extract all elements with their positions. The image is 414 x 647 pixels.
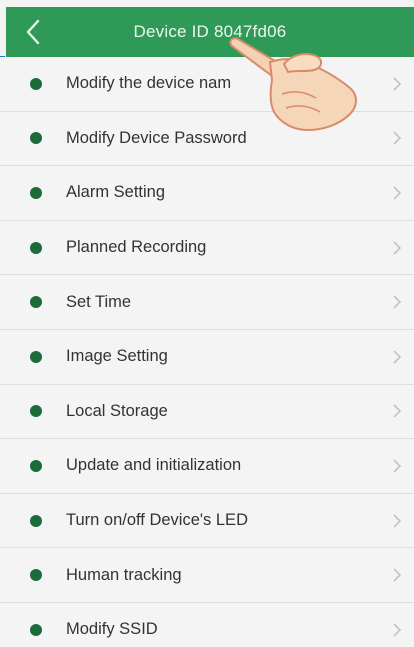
bullet-icon	[30, 350, 42, 363]
settings-item-alarm-setting[interactable]: Alarm Setting	[0, 166, 414, 221]
settings-item-label: Turn on/off Device's LED	[66, 511, 248, 530]
settings-item-label: Planned Recording	[66, 238, 207, 257]
settings-item-label: Modify Device Password	[66, 128, 247, 147]
bullet-icon	[30, 459, 42, 472]
bullet-icon	[30, 569, 42, 582]
settings-list: Modify the device nam Modify Device Pass…	[0, 57, 414, 647]
settings-item-label: Alarm Setting	[66, 183, 166, 202]
chevron-right-icon	[393, 131, 402, 145]
bullet-icon	[30, 296, 42, 309]
header-bar: Device ID 8047fd06	[6, 7, 414, 57]
device-settings-screen: Device ID 8047fd06 Modify the device nam…	[0, 0, 414, 647]
settings-item-label: Set Time	[66, 292, 132, 311]
bullet-icon	[30, 77, 42, 90]
settings-item-modify-ssid[interactable]: Modify SSID	[0, 602, 414, 647]
chevron-right-icon	[393, 350, 402, 364]
bullet-icon	[30, 623, 42, 636]
settings-item-planned-recording[interactable]: Planned Recording	[0, 220, 414, 276]
chevron-right-icon	[393, 513, 402, 528]
bullet-icon	[30, 132, 42, 145]
chevron-right-icon	[393, 295, 402, 309]
page-title: Device ID 8047fd06	[133, 22, 287, 41]
settings-item-label: Modify the device nam	[66, 74, 232, 93]
chevron-right-icon	[393, 186, 402, 200]
settings-item-set-time[interactable]: Set Time	[0, 275, 414, 330]
settings-item-label: Update and initialization	[66, 456, 242, 475]
settings-item-label: Local Storage	[66, 401, 168, 420]
settings-item-modify-device-password[interactable]: Modify Device Password	[0, 111, 414, 167]
settings-item-label: Human tracking	[66, 565, 182, 584]
settings-item-label: Image Setting	[66, 347, 168, 366]
bullet-icon	[30, 514, 42, 527]
chevron-right-icon	[393, 459, 402, 473]
settings-item-update-and-initialization[interactable]: Update and initialization	[0, 439, 414, 494]
chevron-right-icon	[393, 568, 402, 582]
settings-item-modify-device-name[interactable]: Modify the device nam	[0, 57, 414, 112]
settings-item-local-storage[interactable]: Local Storage	[0, 384, 414, 440]
bullet-icon	[30, 241, 42, 254]
back-button[interactable]	[16, 15, 50, 49]
settings-item-device-led[interactable]: Turn on/off Device's LED	[0, 493, 414, 549]
settings-item-label: Modify SSID	[66, 620, 158, 639]
chevron-right-icon	[393, 623, 402, 637]
chevron-right-icon	[393, 241, 402, 255]
chevron-left-icon	[26, 19, 40, 45]
settings-item-human-tracking[interactable]: Human tracking	[0, 548, 414, 603]
settings-item-image-setting[interactable]: Image Setting	[0, 329, 414, 385]
bullet-icon	[30, 186, 42, 199]
chevron-right-icon	[393, 404, 402, 418]
chevron-right-icon	[393, 77, 402, 91]
bullet-icon	[30, 405, 42, 418]
